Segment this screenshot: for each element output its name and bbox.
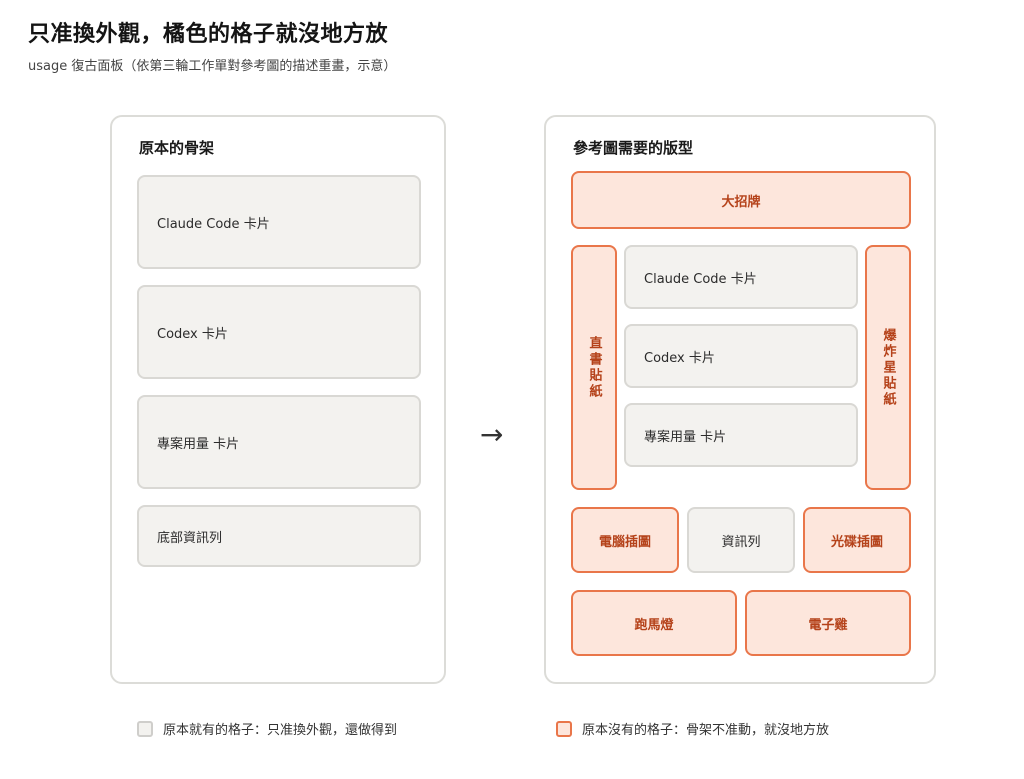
- codex-card-label: Codex 卡片: [157, 326, 228, 342]
- claude-code-card-label: Claude Code 卡片: [644, 271, 757, 287]
- orange-swatch: [556, 720, 572, 737]
- starburst-sticker-label: 爆炸星貼紙: [880, 327, 896, 408]
- disc-illustration-label: 光碟插圖: [830, 534, 883, 550]
- claude-code-card-label: Claude Code 卡片: [157, 216, 270, 232]
- page-title: 只准換外觀，橘色的格子就沒地方放: [28, 22, 389, 47]
- original-skeleton-panel: 原本的骨架 Claude Code 卡片 Codex 卡片 專案用量 卡片 底部…: [110, 115, 446, 684]
- legend-missing-label: 原本沒有的格子：骨架不准動，就沒地方放: [582, 723, 830, 738]
- legend-existing-label: 原本就有的格子：只准換外觀，還做得到: [163, 723, 398, 738]
- transform-arrow: →: [480, 418, 504, 451]
- marquee-label: 跑馬燈: [634, 617, 674, 633]
- big-sign-banner: 大招牌: [571, 171, 911, 229]
- codex-card: Codex 卡片: [624, 324, 858, 388]
- original-skeleton-title: 原本的骨架: [139, 139, 215, 157]
- project-usage-card: 專案用量 卡片: [624, 403, 858, 467]
- project-usage-card-label: 專案用量 卡片: [644, 429, 727, 445]
- starburst-sticker: 爆炸星貼紙: [865, 245, 911, 490]
- bottom-info-bar-label: 底部資訊列: [157, 530, 223, 546]
- computer-illustration-label: 電腦插圖: [598, 534, 651, 550]
- computer-illustration: 電腦插圖: [571, 507, 679, 573]
- tamagotchi: 電子雞: [745, 590, 911, 656]
- project-usage-card-label: 專案用量 卡片: [157, 436, 240, 452]
- legend-missing: 原本沒有的格子：骨架不准動，就沒地方放: [556, 719, 829, 738]
- vertical-text-sticker: 直書貼紙: [571, 245, 617, 490]
- legend-existing: 原本就有的格子：只准換外觀，還做得到: [137, 719, 397, 738]
- codex-card: Codex 卡片: [137, 285, 421, 379]
- page: 只准換外觀，橘色的格子就沒地方放 usage 復古面板（依第三輪工作單對參考圖的…: [0, 0, 1024, 779]
- claude-code-card: Claude Code 卡片: [624, 245, 858, 309]
- reference-layout-panel: 參考圖需要的版型 大招牌 直書貼紙 Claude Code 卡片 Codex 卡…: [544, 115, 936, 684]
- gray-swatch: [137, 720, 153, 737]
- bottom-info-bar: 底部資訊列: [137, 505, 421, 567]
- claude-code-card: Claude Code 卡片: [137, 175, 421, 269]
- disc-illustration: 光碟插圖: [803, 507, 911, 573]
- info-bar: 資訊列: [687, 507, 795, 573]
- vertical-text-sticker-label: 直書貼紙: [586, 335, 602, 400]
- project-usage-card: 專案用量 卡片: [137, 395, 421, 489]
- tamagotchi-label: 電子雞: [808, 617, 848, 633]
- big-sign-label: 大招牌: [721, 194, 761, 210]
- codex-card-label: Codex 卡片: [644, 350, 715, 366]
- info-bar-label: 資訊列: [721, 534, 761, 550]
- page-subtitle: usage 復古面板（依第三輪工作單對參考圖的描述重畫，示意）: [28, 59, 397, 74]
- reference-layout-title: 參考圖需要的版型: [573, 139, 694, 157]
- marquee: 跑馬燈: [571, 590, 737, 656]
